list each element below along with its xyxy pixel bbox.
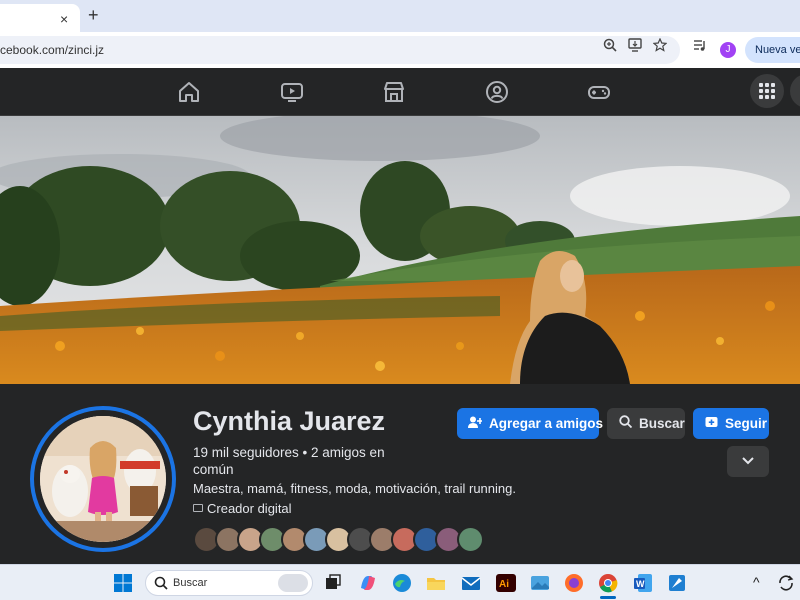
edge-icon[interactable] — [391, 572, 413, 594]
show-hidden-icons-chevron[interactable]: ^ — [753, 574, 760, 590]
watch-icon[interactable] — [280, 80, 304, 104]
browser-tab-strip: × + — [0, 0, 800, 32]
search-icon — [617, 408, 633, 439]
profile-category: Creador digital — [193, 501, 292, 516]
follow-button[interactable]: Seguir — [693, 408, 769, 439]
profile-bio: Maestra, mamá, fitness, moda, motivación… — [193, 481, 516, 496]
new-version-button[interactable]: Nueva vers — [745, 37, 800, 63]
add-friend-label: Agregar a amigos — [489, 416, 604, 431]
cover-photo[interactable] — [0, 116, 800, 384]
search-profile-button[interactable]: Buscar — [607, 408, 685, 439]
windows-start-icon[interactable] — [112, 572, 134, 594]
followers-and-mutual-friends[interactable]: 19 mil seguidores • 2 amigos en común — [193, 444, 393, 478]
profile-name: Cynthia Juarez — [193, 406, 386, 436]
illustrator-icon[interactable]: Ai — [495, 572, 517, 594]
gaming-icon[interactable] — [587, 80, 611, 104]
apps-grid-icon — [759, 83, 775, 99]
menu-apps-button[interactable] — [750, 74, 784, 108]
marketplace-icon[interactable] — [382, 80, 406, 104]
browser-tab[interactable]: × — [0, 4, 80, 32]
follow-icon — [703, 408, 719, 439]
paint-icon[interactable] — [666, 572, 688, 594]
add-friend-icon — [467, 408, 483, 439]
browser-toolbar: cebook.com/zinci.jz J Nueva vers — [0, 32, 800, 68]
photos-icon[interactable] — [529, 572, 551, 594]
category-icon — [193, 504, 203, 512]
mail-icon[interactable] — [460, 572, 482, 594]
active-app-indicator — [600, 596, 616, 599]
friend-avatar[interactable] — [457, 526, 484, 553]
browser-profile-avatar[interactable]: J — [720, 42, 736, 58]
facebook-nav-bar — [0, 68, 800, 116]
copilot-icon[interactable] — [357, 572, 379, 594]
home-icon[interactable] — [177, 80, 201, 104]
svg-text:Ai: Ai — [499, 579, 509, 590]
groups-icon[interactable] — [485, 80, 509, 104]
profile-header: Cynthia Juarez 19 mil seguidores • 2 ami… — [0, 384, 800, 564]
zoom-icon[interactable] — [602, 38, 618, 54]
chevron-down-icon — [742, 457, 754, 465]
svg-text:W: W — [636, 579, 645, 589]
add-friend-button[interactable]: Agregar a amigos — [457, 408, 603, 439]
word-icon[interactable]: W — [632, 572, 654, 594]
sync-icon[interactable] — [775, 572, 797, 594]
more-options-button[interactable] — [727, 446, 769, 477]
search-profile-label: Buscar — [639, 416, 685, 431]
follow-label: Seguir — [725, 416, 768, 431]
windows-taskbar: Buscar Ai W ^ — [0, 564, 800, 600]
profile-picture-ring[interactable] — [30, 406, 176, 552]
search-highlight-image — [278, 574, 308, 592]
taskbar-search[interactable]: Buscar — [145, 570, 313, 596]
install-icon[interactable] — [627, 38, 643, 54]
file-explorer-icon[interactable] — [425, 572, 447, 594]
chrome-icon[interactable] — [597, 572, 619, 594]
address-bar[interactable]: cebook.com/zinci.jz — [0, 36, 680, 64]
taskbar-search-label: Buscar — [173, 577, 208, 589]
profile-picture[interactable] — [40, 416, 166, 542]
url-text[interactable]: cebook.com/zinci.jz — [0, 43, 104, 57]
messenger-button[interactable] — [790, 74, 800, 108]
new-tab-icon[interactable]: + — [88, 5, 99, 26]
star-icon[interactable] — [652, 37, 668, 54]
search-icon — [154, 576, 168, 590]
close-tab-icon[interactable]: × — [60, 11, 68, 27]
firefox-icon[interactable] — [563, 572, 585, 594]
task-view-icon[interactable] — [322, 572, 344, 594]
category-label: Creador digital — [207, 501, 292, 516]
media-icon[interactable] — [692, 38, 708, 54]
